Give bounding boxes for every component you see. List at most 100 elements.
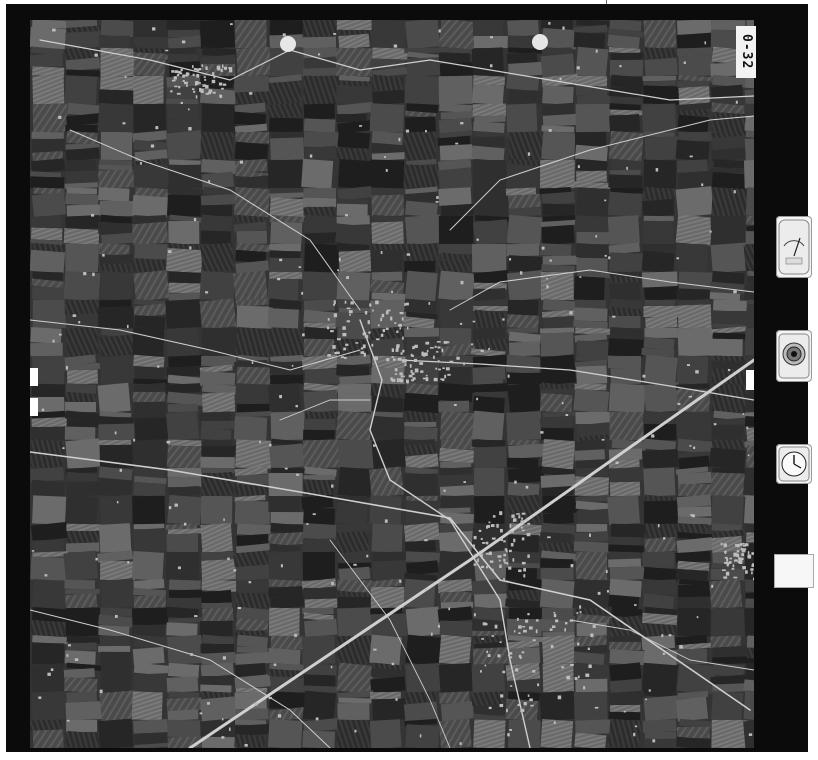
field-parcel <box>474 288 506 301</box>
farmstead <box>223 518 225 521</box>
frame-notch-right <box>746 370 754 390</box>
farmstead <box>601 438 605 441</box>
field-parcel <box>335 223 372 246</box>
field-parcel <box>576 508 612 526</box>
field-parcel <box>302 67 339 77</box>
farmstead <box>166 440 171 444</box>
farmstead <box>67 644 71 647</box>
building <box>191 88 195 91</box>
field-parcel <box>303 418 336 431</box>
building <box>400 352 403 355</box>
field-parcel <box>438 75 473 105</box>
building <box>211 79 216 84</box>
farmstead <box>713 423 717 426</box>
field-parcel <box>609 169 641 176</box>
building <box>486 565 489 569</box>
farmstead <box>595 235 598 238</box>
field-parcel <box>643 695 680 722</box>
farmstead <box>41 408 45 412</box>
field-parcel <box>200 675 235 686</box>
field-parcel <box>304 618 338 638</box>
building <box>535 629 538 634</box>
building <box>340 356 345 359</box>
building <box>436 341 441 343</box>
building <box>570 663 574 666</box>
building <box>485 525 488 529</box>
field-parcel <box>404 327 440 338</box>
field-parcel <box>540 558 574 569</box>
field-parcel <box>642 47 677 60</box>
building <box>442 367 445 370</box>
field-parcel <box>369 691 401 700</box>
field-parcel <box>540 53 575 78</box>
field-parcel <box>438 400 470 413</box>
field-parcel <box>98 439 132 446</box>
field-parcel <box>404 298 437 315</box>
field-parcel <box>644 731 677 740</box>
farmstead <box>686 364 690 367</box>
building <box>212 91 216 94</box>
building <box>485 541 489 545</box>
building <box>726 563 729 567</box>
field-parcel <box>236 403 271 413</box>
building <box>527 522 531 525</box>
building <box>511 514 515 518</box>
field-parcel <box>744 103 754 116</box>
farmstead <box>58 115 62 119</box>
field-parcel <box>439 691 470 704</box>
building <box>549 628 553 631</box>
farmstead <box>547 536 551 539</box>
farmstead <box>72 314 77 317</box>
field-parcel <box>66 369 98 385</box>
farmstead <box>579 605 582 609</box>
farmstead <box>437 624 440 628</box>
farmstead <box>612 315 616 318</box>
building <box>399 372 403 376</box>
field-parcel <box>575 46 609 78</box>
farmstead <box>277 277 281 281</box>
building <box>724 556 728 559</box>
field-parcel <box>675 139 710 162</box>
building <box>498 559 501 562</box>
field-parcel <box>30 52 63 69</box>
frame-notch-left-upper <box>30 368 38 386</box>
field-parcel <box>235 687 268 693</box>
field-parcel <box>743 477 754 498</box>
building <box>425 374 428 377</box>
farmstead <box>294 633 297 637</box>
building <box>557 695 562 700</box>
field-parcel <box>269 243 301 252</box>
farmstead <box>619 65 622 68</box>
field-parcel <box>641 271 678 288</box>
farmstead <box>94 53 98 57</box>
field-parcel <box>199 87 237 106</box>
field-parcel <box>610 367 642 385</box>
farmstead <box>570 564 574 568</box>
farmstead <box>251 361 254 364</box>
farmstead <box>648 689 651 692</box>
building <box>176 92 181 95</box>
building <box>174 85 178 88</box>
building <box>482 542 486 544</box>
building <box>579 611 582 614</box>
field-parcel <box>134 243 168 260</box>
field-parcel <box>438 270 475 302</box>
building <box>171 79 176 82</box>
field-parcel <box>472 20 504 37</box>
field-parcel <box>267 648 301 665</box>
building <box>482 622 487 626</box>
field-parcel <box>199 298 237 330</box>
building <box>503 558 506 562</box>
building <box>480 565 485 569</box>
building <box>441 348 444 353</box>
field-parcel <box>472 630 504 637</box>
field-parcel <box>166 366 201 377</box>
building <box>178 85 181 89</box>
field-parcel <box>166 597 203 609</box>
field-parcel <box>235 439 273 469</box>
building <box>398 357 402 361</box>
field-parcel <box>609 59 643 77</box>
field-parcel <box>540 332 574 357</box>
farmstead <box>333 33 337 35</box>
field-parcel <box>743 159 754 189</box>
